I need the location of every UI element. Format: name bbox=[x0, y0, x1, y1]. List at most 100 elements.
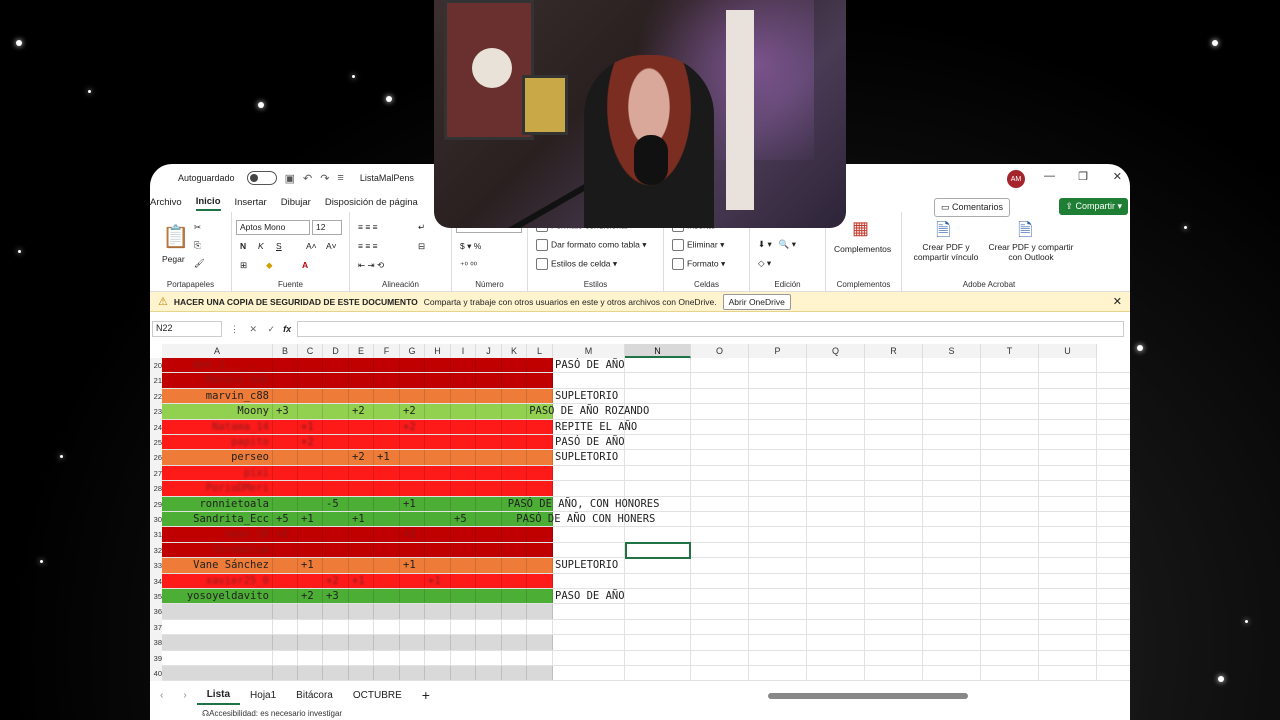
grid-cell[interactable] bbox=[865, 481, 923, 496]
grid-cell[interactable] bbox=[923, 666, 981, 681]
grid-cell[interactable] bbox=[349, 481, 374, 496]
grid-cell[interactable] bbox=[298, 358, 323, 373]
grid-cell[interactable] bbox=[273, 635, 298, 650]
grid-cell[interactable] bbox=[625, 666, 691, 681]
student-name[interactable]: papito bbox=[162, 435, 273, 450]
grid-cell[interactable] bbox=[691, 481, 749, 496]
grid-cell[interactable] bbox=[527, 589, 553, 604]
column-header-d[interactable]: D bbox=[323, 344, 349, 358]
column-header-o[interactable]: O bbox=[691, 344, 749, 358]
column-header-i[interactable]: I bbox=[451, 344, 476, 358]
grid-cell[interactable] bbox=[527, 558, 553, 573]
status-note[interactable]: SUPLETORIO bbox=[555, 558, 618, 573]
column-header-n[interactable]: N bbox=[625, 344, 691, 358]
grid-cell[interactable] bbox=[502, 573, 527, 588]
grid-cell[interactable] bbox=[807, 558, 865, 573]
grid-cell[interactable] bbox=[400, 666, 425, 681]
grid-cell[interactable] bbox=[425, 512, 451, 527]
grid-cell[interactable] bbox=[400, 542, 425, 558]
fill-icon[interactable]: ⬇ ▾ 🔍 ▾ bbox=[758, 239, 796, 250]
table-row[interactable]: sayo_18 +2 +2 bbox=[162, 527, 1130, 543]
save-icon[interactable]: ▣ bbox=[285, 172, 295, 185]
grid-cell[interactable] bbox=[691, 650, 749, 665]
row-header[interactable]: 24 bbox=[150, 419, 162, 435]
grid-cell[interactable] bbox=[502, 419, 527, 434]
grid-cell[interactable] bbox=[476, 573, 502, 588]
decimal-icon[interactable]: ⁺⁰ ⁰⁰ bbox=[460, 260, 477, 271]
grid-cell[interactable] bbox=[749, 650, 807, 665]
grid-cell[interactable] bbox=[1039, 558, 1097, 573]
redo-icon[interactable]: ↷ bbox=[320, 172, 329, 185]
grid-cell[interactable] bbox=[451, 558, 476, 573]
grid-cell[interactable] bbox=[349, 666, 374, 681]
grid-cell[interactable] bbox=[981, 604, 1039, 619]
student-name[interactable]: Terebelum bbox=[162, 543, 273, 558]
table-row[interactable]: papito +2 PASÓ DE AÑO bbox=[162, 435, 1130, 451]
grid-cell[interactable] bbox=[923, 435, 981, 450]
grid-cell[interactable] bbox=[625, 388, 691, 404]
grid-cell[interactable] bbox=[691, 542, 749, 558]
table-row[interactable]: ronnietoala -5 +1 PASÓ DE AÑO, CON HONORES bbox=[162, 496, 1130, 512]
grid-cell[interactable] bbox=[807, 604, 865, 619]
grid-cell[interactable] bbox=[451, 542, 476, 558]
grid-cell[interactable] bbox=[923, 358, 981, 373]
grid-cell[interactable] bbox=[400, 373, 425, 388]
grid-cell[interactable] bbox=[374, 635, 400, 650]
grid-cell[interactable] bbox=[502, 373, 527, 388]
grid-cell[interactable] bbox=[749, 373, 807, 388]
prev-sheet-icon[interactable]: ‹ bbox=[150, 690, 173, 701]
status-note[interactable]: SUPLETORIO bbox=[555, 450, 618, 465]
grid-cell[interactable] bbox=[527, 358, 553, 373]
row-header[interactable]: 27 bbox=[150, 465, 162, 482]
column-header-k[interactable]: K bbox=[502, 344, 527, 358]
grid-cell[interactable] bbox=[981, 619, 1039, 635]
grid-cell[interactable] bbox=[749, 419, 807, 434]
grid-cell[interactable] bbox=[749, 512, 807, 527]
grid-cell[interactable] bbox=[451, 450, 476, 465]
grid-cell[interactable] bbox=[349, 604, 374, 619]
grid-cell[interactable] bbox=[1039, 527, 1097, 542]
row-header[interactable]: 25 bbox=[150, 435, 162, 451]
grid-cell[interactable] bbox=[981, 512, 1039, 527]
grid-cell[interactable] bbox=[807, 404, 865, 419]
grid-cell[interactable] bbox=[476, 589, 502, 604]
grid-cell[interactable] bbox=[400, 450, 425, 465]
column-header-e[interactable]: E bbox=[349, 344, 374, 358]
grid-cell[interactable] bbox=[807, 589, 865, 604]
score-mark[interactable]: +1 bbox=[301, 558, 314, 573]
row-header[interactable]: 22 bbox=[150, 388, 162, 405]
grid-cell[interactable] bbox=[425, 465, 451, 481]
shrink-font-button[interactable]: A˅ bbox=[326, 241, 337, 251]
score-mark[interactable]: +1 bbox=[352, 512, 365, 527]
table-row[interactable] bbox=[162, 619, 1130, 636]
table-row[interactable]: Ann_1_.__.__ PASÓ DE AÑO bbox=[162, 358, 1130, 374]
grid-cell[interactable] bbox=[691, 573, 749, 588]
table-row[interactable]: perseo +2 +1 SUPLETORIO bbox=[162, 450, 1130, 466]
grid-cell[interactable] bbox=[425, 589, 451, 604]
grid-cell[interactable] bbox=[1039, 512, 1097, 527]
grid-cell[interactable] bbox=[1039, 358, 1097, 373]
grid-cell[interactable] bbox=[981, 558, 1039, 573]
grid-cell[interactable] bbox=[807, 373, 865, 388]
grid-cell[interactable] bbox=[374, 435, 400, 450]
grid-cell[interactable] bbox=[923, 419, 981, 434]
score-mark[interactable]: +2 bbox=[352, 404, 365, 419]
grid-cell[interactable] bbox=[1039, 404, 1097, 419]
grid-cell[interactable] bbox=[323, 650, 349, 665]
column-header-u[interactable]: U bbox=[1039, 344, 1097, 358]
grid-cell[interactable] bbox=[349, 419, 374, 434]
grid-cell[interactable] bbox=[1039, 666, 1097, 681]
accessibility-status[interactable]: Accesibilidad: es necesario investigar bbox=[209, 709, 342, 718]
grid-cell[interactable] bbox=[323, 635, 349, 650]
table-row[interactable]: marvin_c88 SUPLETORIO bbox=[162, 388, 1130, 405]
column-header-s[interactable]: S bbox=[923, 344, 981, 358]
grid-cell[interactable] bbox=[749, 542, 807, 558]
grid-cell[interactable] bbox=[749, 435, 807, 450]
grid-cell[interactable] bbox=[1039, 450, 1097, 465]
grid-cell[interactable] bbox=[476, 527, 502, 542]
close-icon[interactable]: ✕ bbox=[1113, 170, 1122, 183]
grid-cell[interactable] bbox=[749, 619, 807, 635]
grid-cell[interactable] bbox=[865, 527, 923, 542]
grid-cell[interactable] bbox=[749, 496, 807, 511]
grid-cell[interactable] bbox=[400, 589, 425, 604]
